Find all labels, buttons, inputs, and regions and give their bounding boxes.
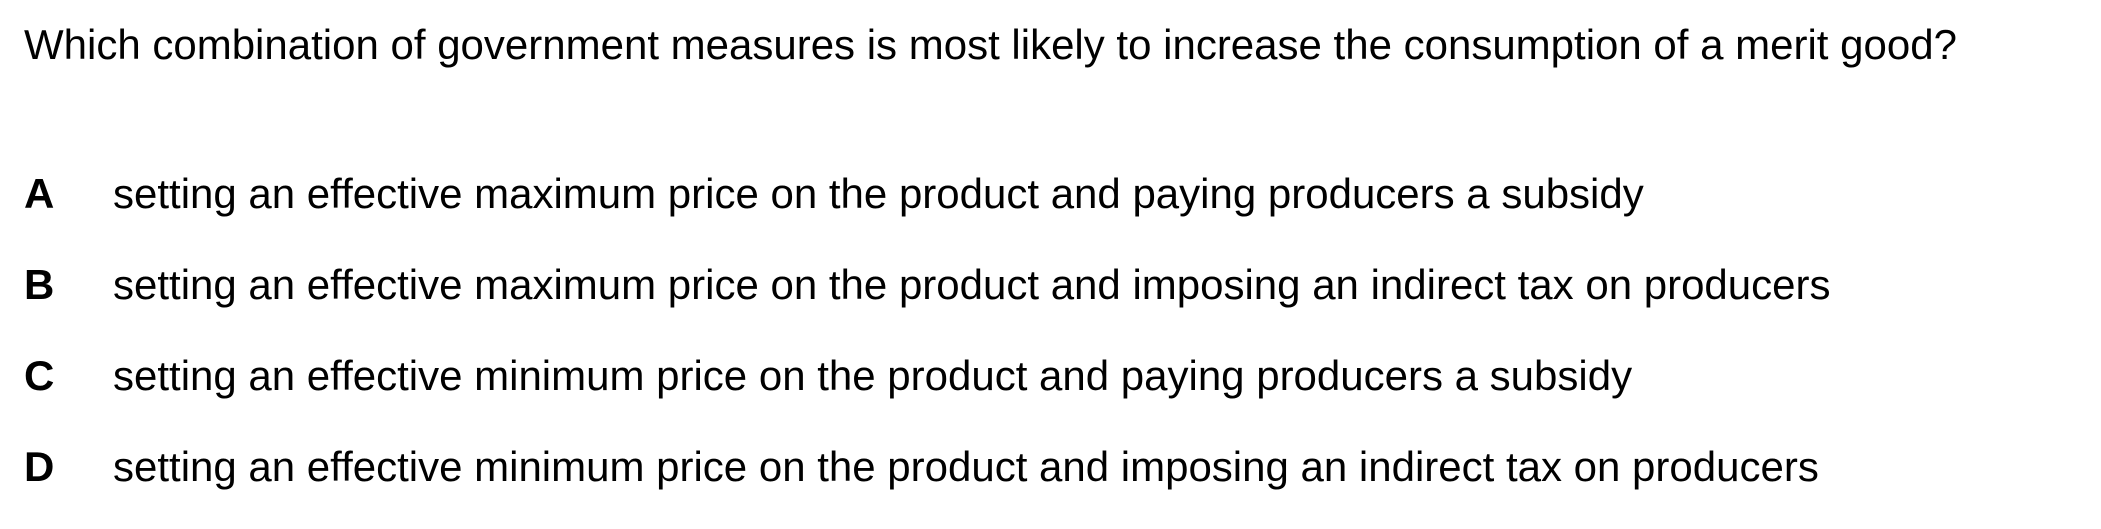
option-d[interactable]: D setting an effective minimum price on …	[24, 438, 2084, 529]
option-text: setting an effective maximum price on th…	[113, 261, 1831, 308]
option-a[interactable]: A setting an effective maximum price on …	[24, 165, 2084, 256]
option-text: setting an effective minimum price on th…	[113, 352, 1633, 399]
question-text: Which combination of government measures…	[24, 21, 1957, 68]
option-letter: C	[24, 352, 55, 399]
option-letter: D	[24, 443, 55, 490]
option-letter: B	[24, 261, 55, 308]
answer-options: A setting an effective maximum price on …	[24, 165, 2084, 529]
option-text: setting an effective maximum price on th…	[113, 170, 1644, 217]
option-letter: A	[24, 170, 55, 217]
option-c[interactable]: C setting an effective minimum price on …	[24, 347, 2084, 438]
option-b[interactable]: B setting an effective maximum price on …	[24, 256, 2084, 347]
option-text: setting an effective minimum price on th…	[113, 443, 1819, 490]
